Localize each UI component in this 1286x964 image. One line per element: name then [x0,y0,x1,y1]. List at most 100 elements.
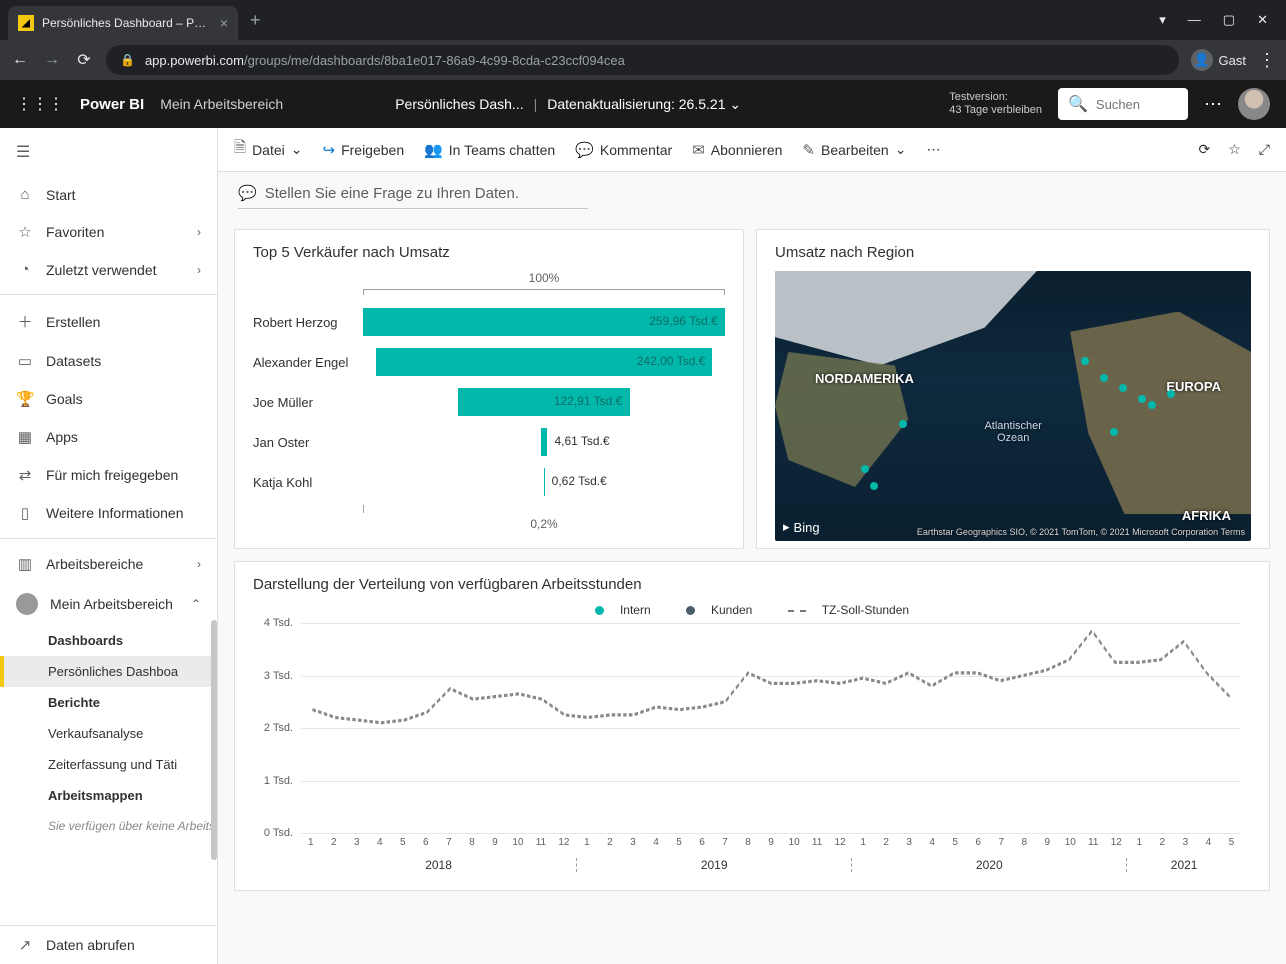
sidebar-item-datasets[interactable]: ▭Datasets [0,342,217,380]
tile-title: Top 5 Verkäufer nach Umsatz [253,244,725,261]
sidebar-item-shared[interactable]: ⇄Für mich freigegeben [0,456,217,494]
sidebar-item-home[interactable]: ⌂Start [0,176,217,213]
refresh-date[interactable]: Datenaktualisierung: 26.5.21 ⌄ [547,96,741,113]
powerbi-favicon: ◢ [18,15,34,31]
tree-report-sales[interactable]: Verkaufsanalyse [0,718,217,749]
reload-button[interactable]: ⟳ [74,50,94,70]
tab-title: Persönliches Dashboard – Power [42,16,212,30]
tile-title: Umsatz nach Region [775,244,1251,261]
shared-icon: ⇄ [16,466,34,484]
maximize-button[interactable]: ▢ [1223,12,1235,28]
url-input[interactable]: 🔒 app.powerbi.com/groups/me/dashboards/8… [106,45,1179,75]
tile-hours[interactable]: Darstellung der Verteilung von verfügbar… [234,561,1270,891]
funnel-top-label: 100% [363,271,725,285]
profile-avatar-icon: 👤 [1191,49,1213,71]
lock-icon: 🔒 [120,53,135,67]
sidebar-item-apps[interactable]: ▦Apps [0,418,217,456]
cmd-more[interactable]: ⋯ [926,141,940,158]
chevron-down-icon: ⌄ [729,96,741,112]
star-icon: ☆ [16,223,34,241]
sidebar-item-more[interactable]: ▯Weitere Informationen [0,494,217,532]
header-more-button[interactable]: ⋯ [1204,94,1222,115]
refresh-button[interactable]: ⟳ [1199,141,1211,158]
funnel-row: Alexander Engel242,00 Tsd.€ [253,345,725,379]
tree-reports[interactable]: Berichte [0,687,217,718]
cmd-teams[interactable]: 👥In Teams chatten [424,141,555,159]
funnel-name: Robert Herzog [253,315,363,330]
chevron-right-icon: › [197,263,201,277]
command-bar: 🗎Datei ⌄ ↪Freigeben 👥In Teams chatten 💬K… [218,128,1286,172]
funnel-value: 4,61 Tsd.€ [554,434,609,448]
search-field[interactable] [1096,97,1176,112]
chevron-right-icon: › [197,557,201,571]
sidebar-get-data[interactable]: ↗Daten abrufen [0,926,217,964]
new-tab-button[interactable]: + [250,10,261,31]
workspace-avatar-icon [16,593,38,615]
share-icon: ↪ [322,141,335,159]
sidebar-item-create[interactable]: ＋Erstellen [0,301,217,342]
cmd-file[interactable]: 🗎Datei ⌄ [234,137,302,162]
back-button[interactable]: ← [10,51,30,69]
browser-tab[interactable]: ◢ Persönliches Dashboard – Power × [8,6,238,40]
workspace-icon: ▥ [16,555,34,573]
chevron-up-icon: ⌃ [191,597,201,611]
tree-dashboards[interactable]: Dashboards [0,625,217,656]
plus-icon: ＋ [16,311,34,332]
url-host: app.powerbi.com [145,53,244,68]
map-credit: Earthstar Geographics SIO, © 2021 TomTom… [917,527,1245,537]
comment-icon: 💬 [575,141,594,159]
cmd-edit[interactable]: ✎Bearbeiten ⌄ [802,141,906,159]
tree-dash-personal[interactable]: Persönliches Dashboa [0,656,217,687]
map-canvas[interactable]: NORDAMERIKA EUROPA AFRIKA Atlantischer O… [775,271,1251,541]
funnel-name: Alexander Engel [253,355,363,370]
sidebar-item-favorites[interactable]: ☆Favoriten› [0,213,217,251]
apps-icon: ▦ [16,428,34,446]
powerbi-header: ⋮⋮⋮ Power BI Mein Arbeitsbereich Persönl… [0,80,1286,128]
user-avatar[interactable] [1238,88,1270,120]
workspace-label[interactable]: Mein Arbeitsbereich [160,96,283,112]
forward-button[interactable]: → [42,51,62,69]
browser-tab-strip: ◢ Persönliches Dashboard – Power × + ▾ —… [0,0,1286,40]
window-controls: ▾ — ▢ ✕ [1159,12,1286,28]
file-icon: 🗎 [234,137,246,162]
favorite-button[interactable]: ☆ [1228,141,1241,158]
funnel-chart: 100% Robert Herzog 259,96 Tsd.€ Alexander … [253,271,725,531]
dropdown-icon[interactable]: ▾ [1159,12,1166,28]
brand-label: Power BI [80,96,144,113]
tree-workbooks[interactable]: Arbeitsmappen [0,780,217,811]
qa-input[interactable]: 💬 Stellen Sie eine Frage zu Ihren Daten. [238,184,588,209]
trophy-icon: 🏆 [16,390,34,408]
chat-icon: 💬 [238,184,257,202]
cmd-comment[interactable]: 💬Kommentar [575,141,672,159]
funnel-value: 259,96 Tsd.€ [649,314,718,328]
sidebar-item-workspaces[interactable]: ▥Arbeitsbereiche› [0,545,217,583]
tile-map[interactable]: Umsatz nach Region NORDAMERIKA EUROPA AF… [756,229,1270,549]
url-path: /groups/me/dashboards/8ba1e017-86a9-4c99… [244,53,625,68]
cmd-share[interactable]: ↪Freigeben [322,141,404,159]
sidebar-scrollbar[interactable] [211,620,217,860]
app-launcher-icon[interactable]: ⋮⋮⋮ [16,94,64,114]
profile-button[interactable]: 👤 Gast [1191,49,1246,71]
mail-icon: ✉ [692,141,705,159]
qa-bar: 💬 Stellen Sie eine Frage zu Ihren Daten. [218,172,1286,221]
home-icon: ⌂ [16,186,34,203]
tile-top-sellers[interactable]: Top 5 Verkäufer nach Umsatz 100% Robert … [234,229,744,549]
fullscreen-button[interactable]: ⤢ [1259,141,1270,158]
sidebar-item-goals[interactable]: 🏆Goals [0,380,217,418]
minimize-button[interactable]: — [1188,12,1201,28]
tree-report-time[interactable]: Zeiterfassung und Täti [0,749,217,780]
trial-info[interactable]: Testversion: 43 Tage verbleiben [949,91,1042,117]
close-icon[interactable]: × [220,15,228,31]
sidebar-item-recent[interactable]: ◔Zuletzt verwendet› [0,251,217,288]
search-input[interactable]: 🔍 [1058,88,1188,120]
funnel-name: Joe Müller [253,395,363,410]
cmd-subscribe[interactable]: ✉Abonnieren [692,141,782,159]
nav-toggle-button[interactable]: ☰ [0,128,217,176]
search-icon: 🔍 [1068,94,1088,114]
close-window-button[interactable]: ✕ [1257,12,1268,28]
get-data-icon: ↗ [16,936,34,954]
funnel-value: 0,62 Tsd.€ [552,474,607,488]
sidebar-item-my-workspace[interactable]: Mein Arbeitsbereich⌃ [0,583,217,625]
dashboard-name[interactable]: Persönliches Dash... [395,96,523,112]
browser-menu-button[interactable]: ⋮ [1258,50,1276,71]
